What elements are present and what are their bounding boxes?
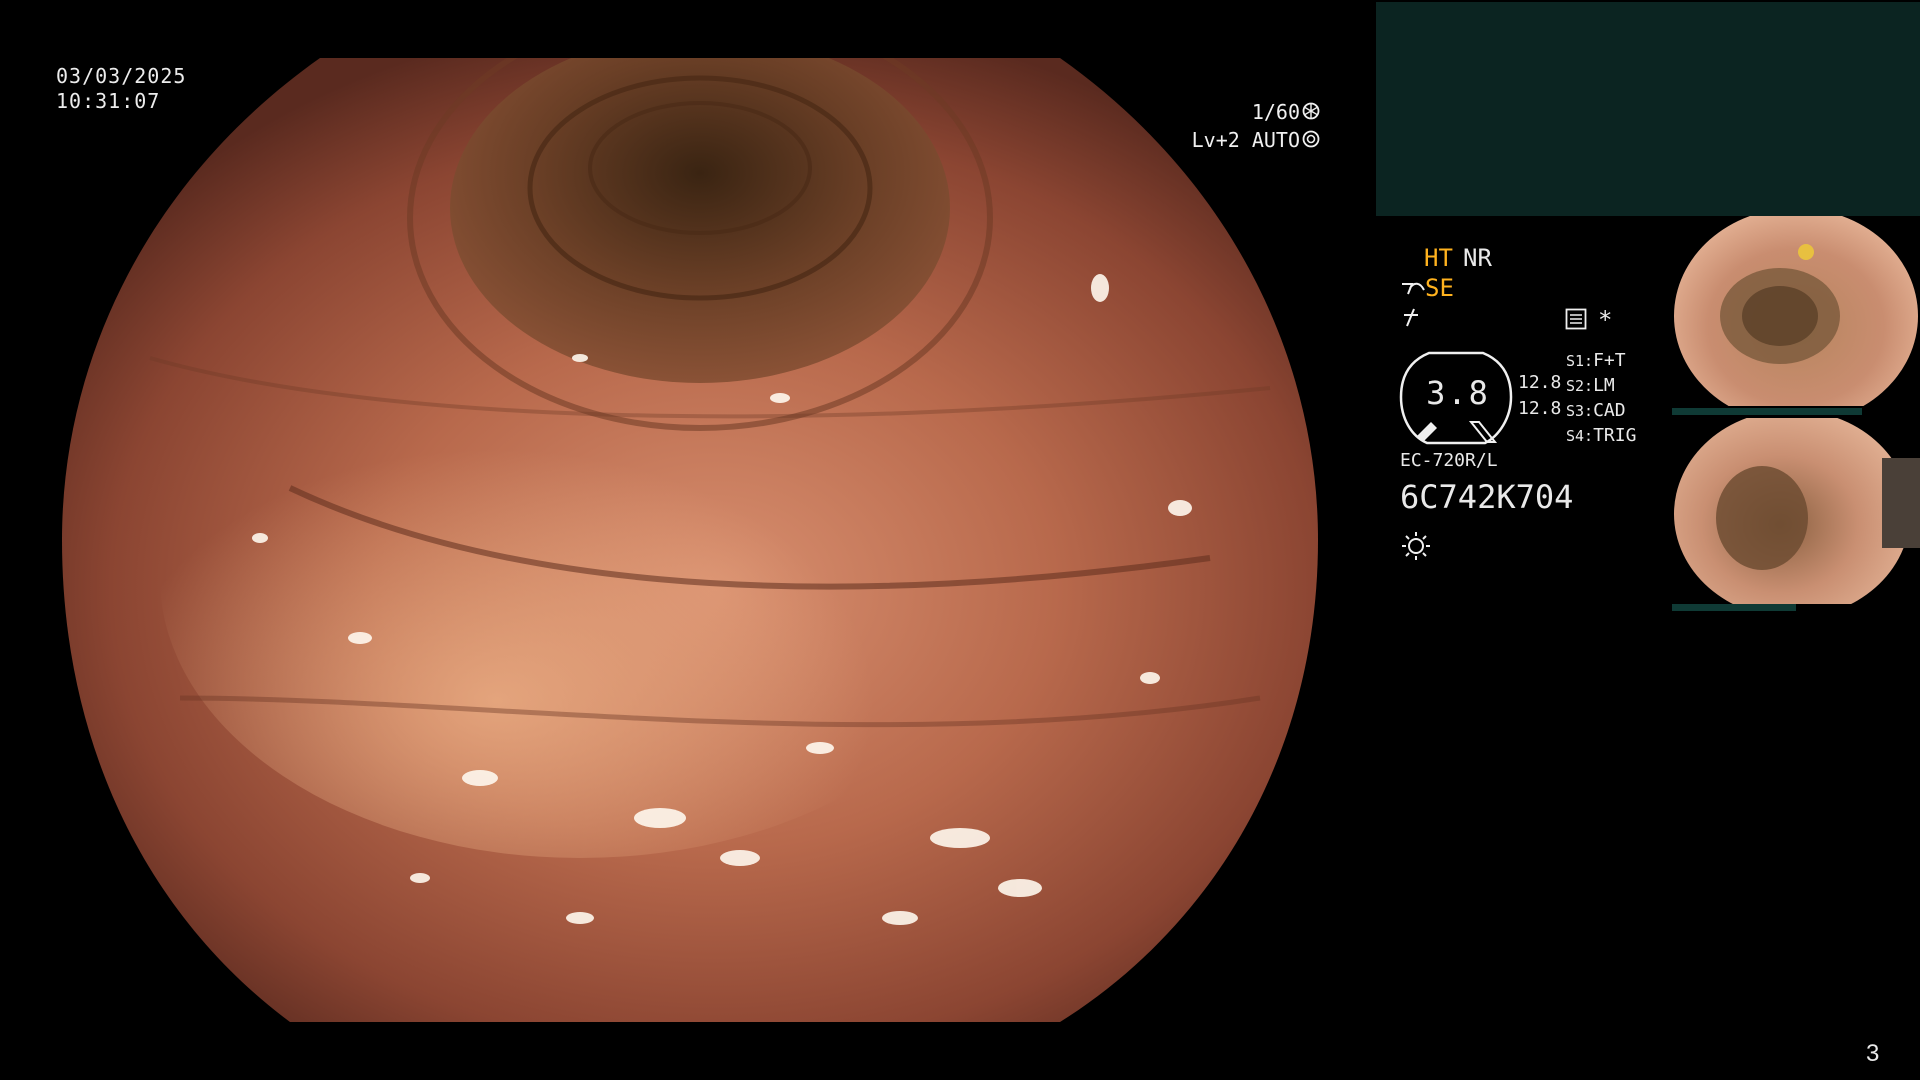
value-1: 12.8 [1518, 372, 1562, 393]
iris-icon [1302, 130, 1320, 148]
scope-model: EC-720R/L [1400, 450, 1498, 471]
level-readout: Lv+2 AUTO [1120, 128, 1300, 152]
switch-list: S1:F+T S2:LM S3:CAD S4:TRIG [1566, 350, 1686, 450]
page-number: 3 [1866, 1040, 1880, 1067]
se-label: SE [1425, 274, 1454, 302]
switch-item: S2:LM [1566, 375, 1686, 400]
thumbnail-image [1674, 418, 1920, 604]
switch-val: TRIG [1593, 425, 1637, 446]
aperture-icon [1302, 102, 1320, 120]
switch-val: LM [1593, 375, 1615, 396]
switch-item: S1:F+T [1566, 350, 1686, 375]
switch-val: CAD [1593, 400, 1626, 421]
switch-val: F+T [1593, 350, 1626, 371]
thumbnail-2[interactable] [1672, 418, 1920, 604]
thumbnail-2-bar [1672, 604, 1796, 611]
endoscopy-view [62, 58, 1318, 1022]
shutter-label: 1/60 [1251, 100, 1300, 124]
value-2: 12.8 [1518, 398, 1562, 419]
scope-icon [1402, 282, 1425, 295]
nr-label: NR [1463, 244, 1492, 272]
thumbnail-1-bar [1672, 408, 1862, 415]
switch-key: S4: [1566, 427, 1594, 445]
thumbnail-1[interactable] [1672, 216, 1920, 406]
scope-serial: 6C742K704 [1400, 478, 1574, 516]
switch-item: S3:CAD [1566, 400, 1686, 425]
level-label: Lv+2 AUTO [1191, 128, 1300, 152]
slash-icon [1404, 308, 1418, 327]
dial-value: 3.8 [1426, 374, 1490, 412]
shutter-readout: 1/60 [1160, 100, 1300, 124]
record-icon [1565, 308, 1587, 330]
switch-key: S3: [1566, 402, 1594, 420]
asterisk-label: * [1598, 306, 1613, 334]
time-label: 10:31:07 [56, 89, 161, 113]
ht-label: HT [1424, 244, 1453, 272]
thumbnail-image [1674, 216, 1918, 406]
switch-key: S2: [1566, 377, 1594, 395]
date-label: 03/03/2025 [56, 64, 187, 88]
sun-icon [1402, 532, 1430, 560]
switch-item: S4:TRIG [1566, 425, 1686, 450]
switch-key: S1: [1566, 352, 1594, 370]
info-panel-box [1376, 2, 1920, 216]
